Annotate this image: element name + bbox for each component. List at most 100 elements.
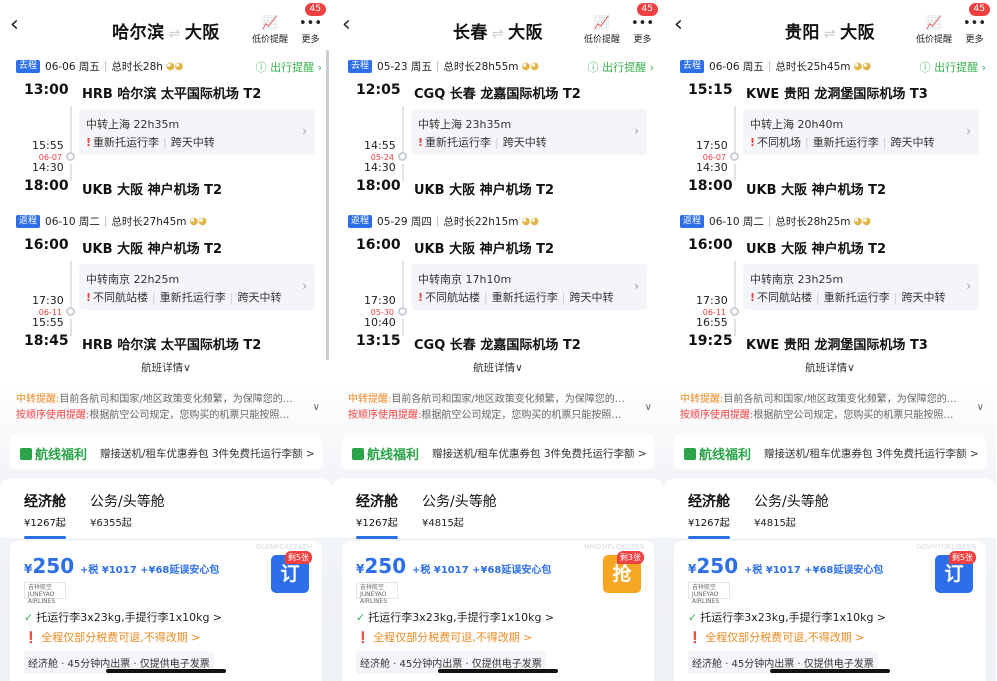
warning-icon: ! xyxy=(86,136,92,149)
order-notice-title: 按顺序使用提醒: xyxy=(16,410,90,421)
transfer-tag: 重新托运行李 xyxy=(491,291,558,304)
timeline-line xyxy=(734,106,736,153)
notification-badge: 45 xyxy=(968,3,990,16)
fare-code: NMO5IPLQK07B9 xyxy=(584,543,644,551)
notification-badge: 45 xyxy=(636,3,658,16)
header: ‹ 哈尔滨 ⇌ 大阪 📈 低价提醒 ••• 更多 45 xyxy=(0,0,332,54)
price-alert-button[interactable]: 📈 低价提醒 xyxy=(584,16,620,45)
fare-card[interactable]: GOVHYQKLIBF5N ¥250 +税 ¥1017 +¥68延误安心包 吉祥… xyxy=(674,541,986,681)
outbound-transfer-depart: 14:30 xyxy=(696,161,728,174)
price-alert-button[interactable]: 📈 低价提醒 xyxy=(916,16,952,45)
airline-logo: 吉祥航空 JUNEYAO AIRLINES xyxy=(24,582,66,605)
return-transfer-depart: 16:55 xyxy=(696,316,728,329)
refund-policy[interactable]: ❗ 全程仅部分税费可退,不得改期 > xyxy=(688,629,864,645)
cabin-name: 经济舱 xyxy=(688,494,730,510)
flight-detail-toggle[interactable]: 航班详情∨ xyxy=(332,360,664,375)
return-dep-airport: UKB 大阪 神户机场 T2 xyxy=(746,242,887,257)
transfer-tag: 跨天中转 xyxy=(901,291,946,304)
price-alert-button[interactable]: 📈 低价提醒 xyxy=(252,16,288,45)
outbound-transfer-arrive: 14:55 xyxy=(364,139,396,152)
baggage-info[interactable]: ✓ 托运行李3x23kg,手提行李1x10kg > xyxy=(356,609,554,625)
expand-notices-icon[interactable]: ∨ xyxy=(977,402,984,413)
order-notice-title: 按顺序使用提醒: xyxy=(348,410,422,421)
cabin-price: ¥1267起 xyxy=(356,518,398,529)
flight-detail-toggle[interactable]: 航班详情∨ xyxy=(664,360,996,375)
flight-detail-toggle[interactable]: 航班详情∨ xyxy=(0,360,332,375)
more-button[interactable]: ••• 更多 xyxy=(631,16,654,45)
tab-business[interactable]: 公务/头等舱 ¥4815起 xyxy=(422,491,497,529)
more-button[interactable]: ••• 更多 xyxy=(963,16,986,45)
route-benefit-banner[interactable]: 航线福利 赠接送机/租车优惠券包 3件免费托运行李额 > xyxy=(342,435,654,469)
tax-info: +税 ¥1017 +¥68延误安心包 xyxy=(80,565,220,576)
expand-notices-icon[interactable]: ∨ xyxy=(645,402,652,413)
return-transfer-box[interactable]: 中转南京 22h25m ! 不同航站楼 | 重新托运行李 | 跨天中转 › xyxy=(79,264,315,310)
route-panel: ‹ 贵阳 ⇌ 大阪 📈 低价提醒 ••• 更多 45 ⓘ 出行提醒 › 去程 0… xyxy=(664,0,996,681)
swap-arrow-icon: ⇌ xyxy=(491,26,505,42)
benefit-text: 赠接送机/租车优惠券包 3件免费托运行李额 > xyxy=(100,448,315,460)
transfer-notice-title: 中转提醒: xyxy=(680,394,724,405)
cabin-name: 公务/头等舱 xyxy=(90,494,165,510)
tab-business[interactable]: 公务/头等舱 ¥6355起 xyxy=(90,491,165,529)
transfer-tag: 重新托运行李 xyxy=(93,136,160,149)
price-alert-label: 低价提醒 xyxy=(252,35,289,45)
return-date: 06-10 周二 xyxy=(709,215,764,228)
tab-economy[interactable]: 经济舱 ¥1267起 xyxy=(688,491,730,539)
travel-remind-link[interactable]: ⓘ 出行提醒 › xyxy=(920,59,986,75)
tickets-left-badge: 剩5张 xyxy=(948,551,976,564)
transfer-tag: 重新托运行李 xyxy=(812,136,879,149)
smile-icon: ◕◕ xyxy=(853,215,871,227)
more-label: 更多 xyxy=(633,35,652,45)
travel-remind-link[interactable]: ⓘ 出行提醒 › xyxy=(588,59,654,75)
baggage-info[interactable]: ✓ 托运行李3x23kg,手提行李1x10kg > xyxy=(688,609,886,625)
travel-remind-link[interactable]: ⓘ 出行提醒 › xyxy=(256,59,322,75)
outbound-transfer-box[interactable]: 中转上海 23h35m ! 重新托运行李 | 跨天中转 › xyxy=(411,109,647,155)
tax-info: +税 ¥1017 +¥68延误安心包 xyxy=(412,565,552,576)
to-city: 大阪 xyxy=(184,23,220,43)
transfer-notice-title: 中转提醒: xyxy=(16,394,60,405)
expand-notices-icon[interactable]: ∨ xyxy=(313,402,320,413)
return-transfer-box[interactable]: 中转南京 17h10m ! 不同航站楼 | 重新托运行李 | 跨天中转 › xyxy=(411,264,647,310)
outbound-dep-airport: CGQ 长春 龙嘉国际机场 T2 xyxy=(414,87,581,102)
outbound-transfer-box[interactable]: 中转上海 20h40m ! 不同机场 | 重新托运行李 | 跨天中转 › xyxy=(743,109,979,155)
refund-policy[interactable]: ❗ 全程仅部分税费可退,不得改期 > xyxy=(24,629,200,645)
transfer-tag: 跨天中转 xyxy=(237,291,282,304)
return-tag: 返程 xyxy=(16,214,41,228)
fare-code: GOVHYQKLIBF5N xyxy=(916,543,976,551)
transfer-notice-body: 目前各航司和国家/地区政策变化频繁，为保障您的… xyxy=(391,394,625,405)
outbound-dep-time: 12:05 xyxy=(356,82,401,98)
notices: 中转提醒:目前各航司和国家/地区政策变化频繁，为保障您的… 按顺序使用提醒:根据… xyxy=(680,392,976,424)
return-segment-header: 返程 06-10 周二 | 总时长28h25m ◕◕ xyxy=(680,213,871,229)
baggage-info[interactable]: ✓ 托运行李3x23kg,手提行李1x10kg > xyxy=(24,609,222,625)
return-transfer-arrive: 17:30 xyxy=(32,294,64,307)
return-dep-time: 16:00 xyxy=(688,237,733,253)
refund-policy[interactable]: ❗ 全程仅部分税费可退,不得改期 > xyxy=(356,629,532,645)
return-transfer-depart: 15:55 xyxy=(32,316,64,329)
return-dep-airport: UKB 大阪 神户机场 T2 xyxy=(82,242,223,257)
outbound-arr-time: 18:00 xyxy=(688,178,733,194)
fare-card[interactable]: NMO5IPLQK07B9 ¥250 +税 ¥1017 +¥68延误安心包 吉祥… xyxy=(342,541,654,681)
outbound-date: 06-06 周五 xyxy=(709,60,764,73)
route-benefit-banner[interactable]: 航线福利 赠接送机/租车优惠券包 3件免费托运行李额 > xyxy=(10,435,322,469)
fare-card[interactable]: DLKNPC4074ZH ¥250 +税 ¥1017 +¥68延误安心包 吉祥航… xyxy=(10,541,322,681)
chevron-right-icon: › xyxy=(634,124,639,138)
info-icon: ⓘ xyxy=(255,61,271,74)
route-benefit-banner[interactable]: 航线福利 赠接送机/租车优惠券包 3件免费托运行李额 > xyxy=(674,435,986,469)
outbound-transfer-box[interactable]: 中转上海 22h35m ! 重新托运行李 | 跨天中转 › xyxy=(79,109,315,155)
home-indicator xyxy=(438,669,558,673)
outbound-transfer-depart: 14:30 xyxy=(32,161,64,174)
tab-business[interactable]: 公务/头等舱 ¥4815起 xyxy=(754,491,829,529)
gift-icon xyxy=(684,448,696,460)
scrollbar[interactable] xyxy=(326,50,329,360)
tab-economy[interactable]: 经济舱 ¥1267起 xyxy=(24,491,66,539)
outbound-dep-airport: HRB 哈尔滨 太平国际机场 T2 xyxy=(82,87,262,102)
cabin-name: 经济舱 xyxy=(24,494,66,510)
airline-logo: 吉祥航空 JUNEYAO AIRLINES xyxy=(356,582,398,605)
outbound-transfer-city: 中转上海 22h35m xyxy=(86,118,180,131)
more-label: 更多 xyxy=(965,35,984,45)
return-transfer-box[interactable]: 中转南京 23h25m ! 不同航站楼 | 重新托运行李 | 跨天中转 › xyxy=(743,264,979,310)
timeline-line xyxy=(70,319,72,336)
cabin-name: 公务/头等舱 xyxy=(422,494,497,510)
from-city: 哈尔滨 xyxy=(112,23,165,43)
more-button[interactable]: ••• 更多 xyxy=(299,16,322,45)
tab-economy[interactable]: 经济舱 ¥1267起 xyxy=(356,491,398,539)
